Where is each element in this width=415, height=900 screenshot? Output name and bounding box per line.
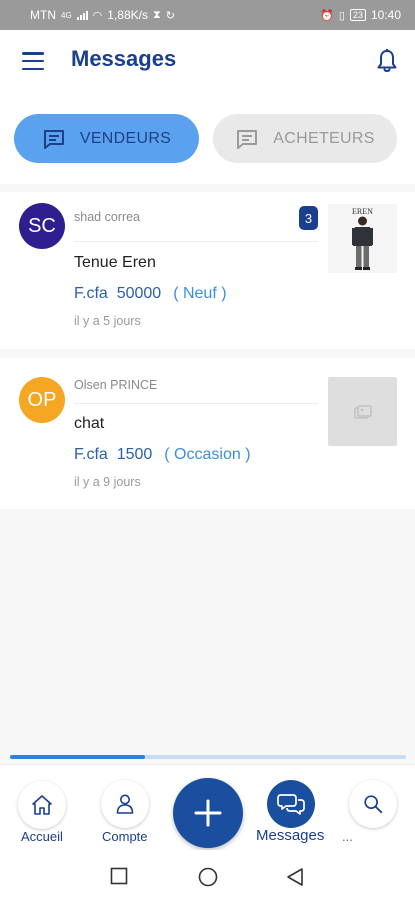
add-post-button[interactable] [173,778,243,848]
time-ago: il y a 5 jours [74,314,141,328]
divider [74,241,318,242]
tab-vendeurs-label: VENDEURS [79,129,172,147]
network-speed: 1,88K/s [107,8,148,22]
condition-label: ( Occasion ) [164,446,251,463]
unread-badge: 3 [299,206,318,230]
avatar: SC [19,203,65,249]
tab-acheteurs-label: ACHETEURS [273,129,375,147]
product-thumbnail[interactable] [328,377,397,446]
role-toggle: VENDEURS ACHETEURS [0,92,415,184]
product-name: Tenue Eren [74,254,156,271]
avatar: OP [19,377,65,423]
hamburger-menu-icon[interactable] [22,52,44,70]
page-title: Messages [71,46,177,71]
price-value: 50000 [116,285,162,302]
tab-acheteurs[interactable]: ACHETEURS [213,114,397,163]
chat-icon [237,129,258,149]
search-icon [364,795,383,814]
system-nav-bar [0,850,415,900]
nav-messages-label: Messages [256,827,325,844]
price-line: F.cfa 1500 ( Occasion ) [74,446,251,464]
product-photo: EREN [328,204,397,273]
network-type-label: 4G [61,10,72,20]
recent-apps-icon[interactable] [110,867,128,885]
condition-label: ( Neuf ) [173,285,227,302]
nav-accueil[interactable] [18,781,66,829]
conversation-item[interactable]: OP Olsen PRINCE chat F.cfa 1500 ( Occasio… [0,358,415,509]
alarm-icon: ⏰ [320,9,334,22]
home-icon [32,795,52,815]
user-icon [116,794,134,814]
product-thumbnail[interactable]: EREN [328,204,397,273]
divider [74,403,318,404]
tab-vendeurs[interactable]: VENDEURS [14,114,199,163]
price-line: F.cfa 50000 ( Neuf ) [74,285,227,303]
clock: 10:40 [370,8,401,22]
image-placeholder-icon [353,404,372,419]
currency-label: F.cfa [74,446,108,463]
nav-compte-label: Compte [102,829,148,844]
time-ago: il y a 9 jours [74,475,141,489]
bell-icon[interactable] [375,48,399,74]
carrier-label: MTN [30,8,56,22]
nav-more-label: ... [342,829,353,844]
nav-compte[interactable] [101,780,149,828]
nav-accueil-label: Accueil [21,829,63,844]
sync-icon: ↻ [165,9,175,22]
plus-icon [194,799,222,827]
conversation-item[interactable]: SC shad correa Tenue Eren F.cfa 50000 ( N… [0,192,415,349]
currency-label: F.cfa [74,285,108,302]
hourglass-icon: ⧗ [152,8,161,21]
wifi-icon: ◠ [92,9,103,22]
signal-icon [76,10,88,20]
nav-search[interactable] [349,780,397,828]
vibrate-icon: ▯ [338,9,345,22]
progress-fill [10,755,145,759]
back-icon[interactable] [286,867,304,887]
home-button-icon[interactable] [198,867,218,887]
sender-name: Olsen PRINCE [74,378,158,392]
scroll-progress-bar [10,755,406,759]
price-value: 1500 [116,446,153,463]
battery-icon: 23 [349,9,366,21]
thumb-brand-text: EREN [352,207,373,216]
status-bar: MTN 4G ◠ 1,88K/s ⧗ ↻ ⏰ ▯ 23 10:40 [0,0,415,30]
product-name: chat [74,415,105,432]
nav-messages[interactable] [267,780,315,828]
sender-name: shad correa [74,210,141,224]
chat-bubbles-icon [277,794,305,815]
chat-icon [43,129,64,149]
app-bar: Messages [0,30,415,92]
